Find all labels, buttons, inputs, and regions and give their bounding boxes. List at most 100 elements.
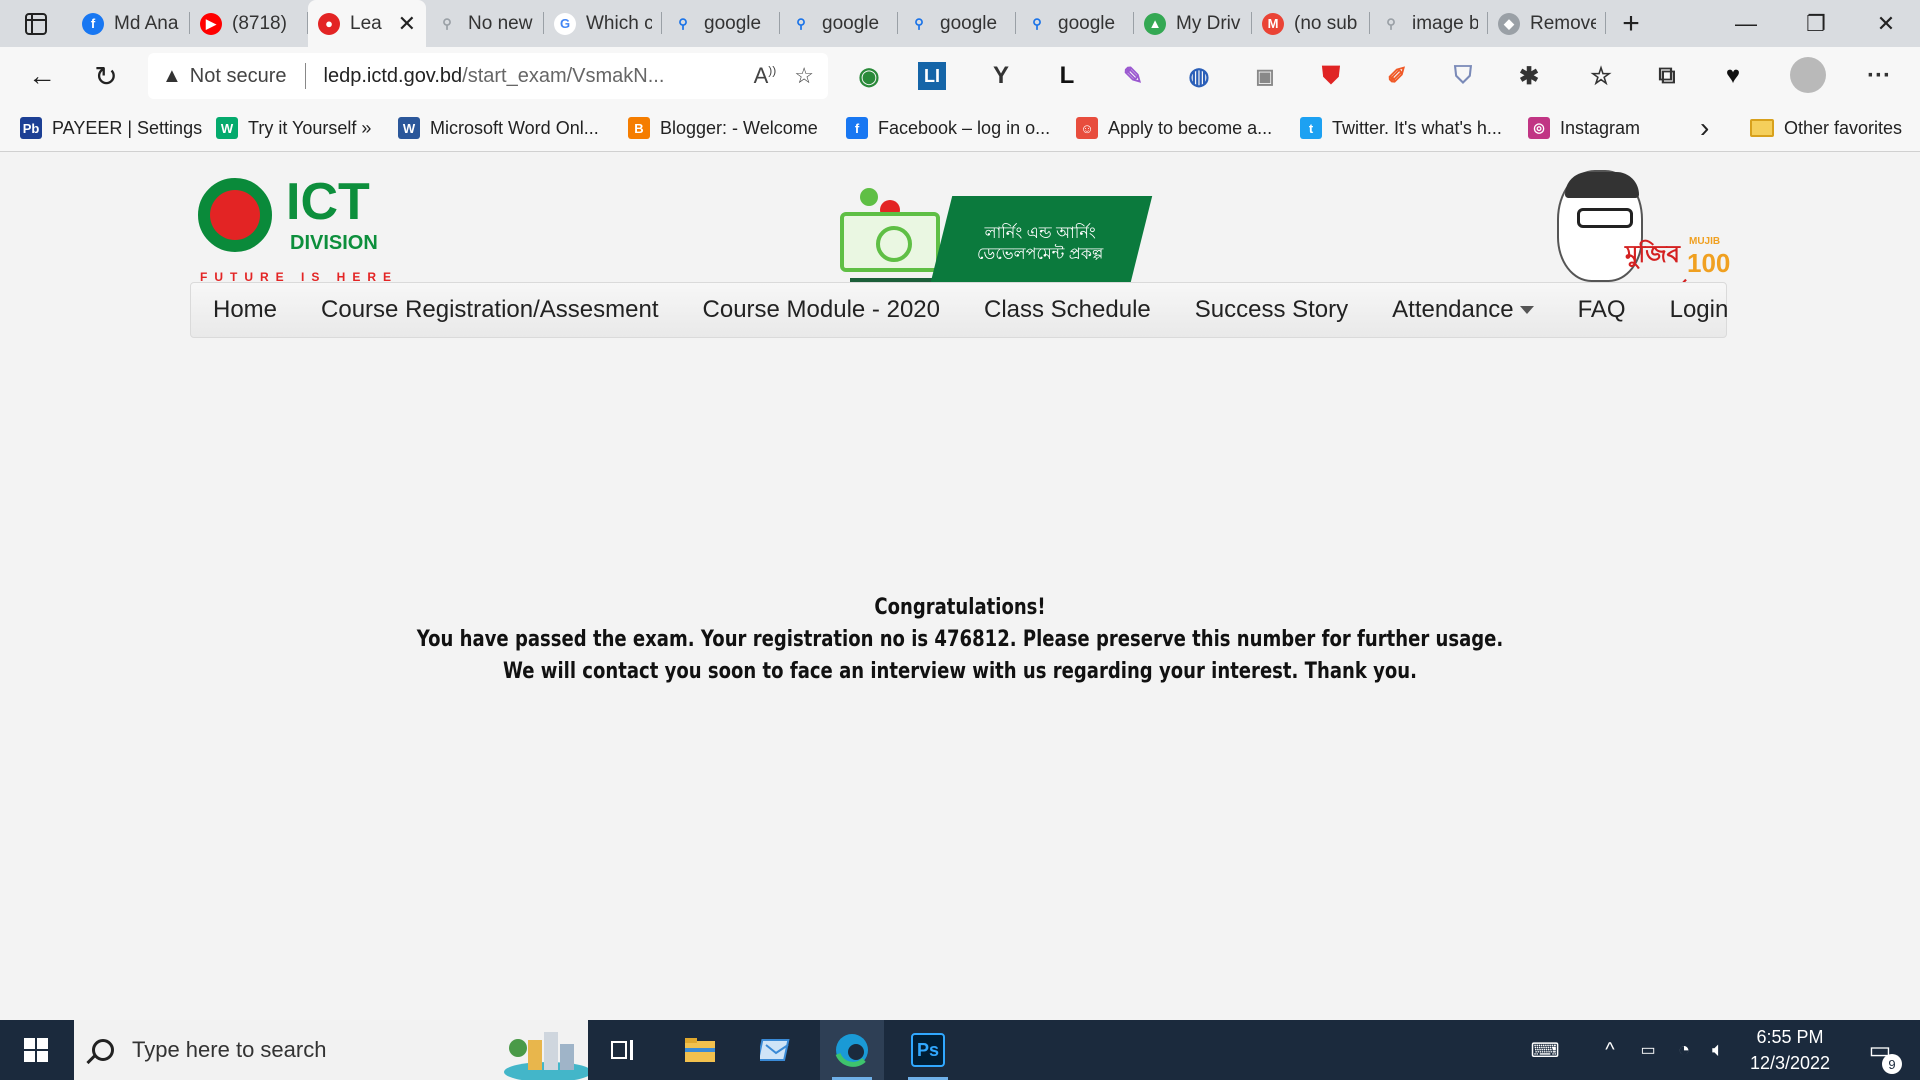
address-bar[interactable]: ▲ Not secure ledp.ictd.gov.bd/start_exam… (148, 53, 828, 99)
browser-tab[interactable]: f Md Ana (72, 0, 190, 47)
favorites-star-icon[interactable]: ☆ (1584, 59, 1618, 93)
tab-active[interactable]: ● Lea ✕ (308, 0, 426, 47)
logo-title[interactable]: ICT (286, 176, 370, 228)
browser-tab[interactable]: ⚲ google (898, 0, 1016, 47)
nav-login[interactable]: Login (1648, 282, 1751, 338)
tabs-container: f Md Ana ▶ (8718) ● Lea ✕ ⚲ No new G Which c ⚲ googl… (72, 0, 1606, 47)
pen-extension-icon[interactable]: ✎ (1116, 59, 1150, 93)
tab-actions-menu-button[interactable] (0, 0, 72, 47)
favorite-link[interactable]: f Facebook – log in o... (846, 105, 1050, 151)
browser-tab[interactable]: ◆ Remove (1488, 0, 1606, 47)
edge-taskbar-button[interactable] (820, 1020, 884, 1080)
nav-label: Home (213, 296, 278, 323)
extensions-puzzle-icon[interactable]: ✱ (1512, 59, 1546, 93)
close-tab-icon[interactable]: ✕ (398, 11, 416, 37)
main-navigation: Home Course Registration/Assesment Course … (190, 282, 1728, 338)
taskbar-search-box[interactable]: Type here to search (74, 1020, 588, 1080)
nav-success-story[interactable]: Success Story (1173, 282, 1370, 338)
nav-label: Attendance (1392, 296, 1514, 323)
camera-icon[interactable]: ▣ (1248, 59, 1282, 93)
bangladesh-govt-emblem-icon (198, 178, 272, 252)
browser-tab[interactable]: ⚲ google (1016, 0, 1134, 47)
close-window-button[interactable]: ✕ (1852, 0, 1920, 47)
battery-icon[interactable]: ▭ (1632, 1020, 1664, 1080)
minimize-button[interactable]: — (1712, 0, 1780, 47)
photoshop-taskbar-button[interactable]: Ps (896, 1020, 960, 1080)
search-icon (92, 1039, 114, 1061)
nav-course-registration-assesment[interactable]: Course Registration/Assesment (299, 282, 680, 338)
facebook-icon: f (846, 117, 868, 139)
favorite-link[interactable]: t Twitter. It's what's h... (1300, 105, 1502, 151)
nav-attendance[interactable]: Attendance (1370, 282, 1555, 338)
heartbeat-icon[interactable]: ♥ (1716, 59, 1750, 93)
volume-icon[interactable]: 🔈︎ (1702, 1020, 1734, 1080)
favorite-link[interactable]: Pb PAYEER | Settings (20, 105, 202, 151)
tab-title: (no sub (1294, 12, 1358, 34)
browser-tab[interactable]: ▶ (8718) (190, 0, 308, 47)
linkedin-extension-icon[interactable]: LI (918, 62, 946, 90)
favorite-link[interactable]: W Try it Yourself » (216, 105, 371, 151)
browser-tab[interactable]: ⚲ google (780, 0, 898, 47)
favorite-link[interactable]: W Microsoft Word Onl... (398, 105, 599, 151)
mail-app-button[interactable] (744, 1020, 808, 1080)
taskbar-clock[interactable]: 6:55 PM 12/3/2022 (1740, 1024, 1840, 1076)
browser-tab[interactable]: ▲ My Driv (1134, 0, 1252, 47)
profile-avatar-icon[interactable] (1790, 57, 1826, 93)
folder-icon (1750, 119, 1774, 137)
y-extension-icon[interactable]: Y (984, 59, 1018, 93)
tab-title: google (1058, 12, 1116, 34)
circle-extension-icon[interactable]: ◍ (1182, 59, 1216, 93)
tab-title: Md Ana (114, 12, 179, 34)
wifi-icon[interactable]: ◔ (1668, 1020, 1700, 1080)
file-explorer-icon (685, 1038, 715, 1062)
browser-tab[interactable]: ⚲ image b (1370, 0, 1488, 47)
nav-faq[interactable]: FAQ (1556, 282, 1648, 338)
facebook-icon: f (82, 12, 104, 35)
keyboard-layout-icon[interactable]: ⌨ (1520, 1020, 1570, 1080)
notification-center-button[interactable]: ▭ 9 (1852, 1020, 1908, 1080)
tab-title: google (704, 12, 762, 34)
twitter-icon: t (1300, 117, 1322, 139)
favorite-link[interactable]: B Blogger: - Welcome (628, 105, 818, 151)
color-picker-icon[interactable]: ✐ (1380, 59, 1414, 93)
exam-result-message: Congratulations! You have passed the exa… (173, 592, 1747, 688)
refresh-button[interactable]: ↻ (80, 50, 132, 102)
globe-extension-icon[interactable]: ◉ (852, 59, 886, 93)
nav-home[interactable]: Home (191, 282, 299, 338)
new-tab-button[interactable]: + (1606, 7, 1656, 41)
start-button[interactable] (0, 1020, 72, 1080)
favorite-link[interactable]: ☺ Apply to become a... (1076, 105, 1272, 151)
registration-message: You have passed the exam. Your registrat… (416, 627, 1504, 652)
apply-icon: ☺ (1076, 117, 1098, 139)
more-menu-icon[interactable]: ··· (1862, 59, 1896, 93)
url-text[interactable]: ledp.ictd.gov.bd/start_exam/VsmakN... (324, 65, 736, 88)
read-aloud-icon[interactable]: A)) (754, 63, 777, 89)
add-favorite-icon[interactable]: ☆ (794, 63, 814, 89)
browser-tab[interactable]: ⚲ google (662, 0, 780, 47)
file-explorer-button[interactable] (668, 1020, 732, 1080)
other-favorites-folder[interactable]: Other favorites (1750, 105, 1902, 151)
maximize-button[interactable]: ❐ (1782, 0, 1850, 47)
shield-red-icon[interactable]: ⛊ (1314, 59, 1348, 93)
task-view-button[interactable] (592, 1020, 656, 1080)
show-hidden-icons-button[interactable]: ^ (1594, 1020, 1626, 1080)
security-label[interactable]: Not secure (190, 65, 287, 88)
favorites-overflow-chevron-icon[interactable]: › (1700, 105, 1709, 151)
nav-course-module-2020[interactable]: Course Module - 2020 (681, 282, 962, 338)
banner-line-1: লার্নিং এন্ড আর্নিং (984, 225, 1096, 243)
search-icon: ⚲ (1032, 15, 1042, 31)
back-button[interactable]: ← (16, 50, 68, 102)
favorite-label: Blogger: - Welcome (660, 117, 818, 138)
shield-icon[interactable]: ⛉ (1446, 59, 1480, 93)
mujib-100-logo: মুজিব শতবর্ষ MUJIB 100 (1555, 170, 1730, 308)
browser-tab[interactable]: ⚲ No new (426, 0, 544, 47)
browser-tab[interactable]: M (no sub (1252, 0, 1370, 47)
nav-class-schedule[interactable]: Class Schedule (962, 282, 1173, 338)
nav-label: Class Schedule (983, 296, 1151, 323)
l-extension-icon[interactable]: L (1050, 59, 1084, 93)
browser-tab[interactable]: G Which c (544, 0, 662, 47)
favorite-link[interactable]: ◎ Instagram (1528, 105, 1640, 151)
collections-icon[interactable]: ⧉ (1650, 59, 1684, 93)
banner-line-2: ডেভেলপমেন্ট প্রকল্প (976, 246, 1104, 263)
other-favorites-label: Other favorites (1784, 117, 1903, 138)
